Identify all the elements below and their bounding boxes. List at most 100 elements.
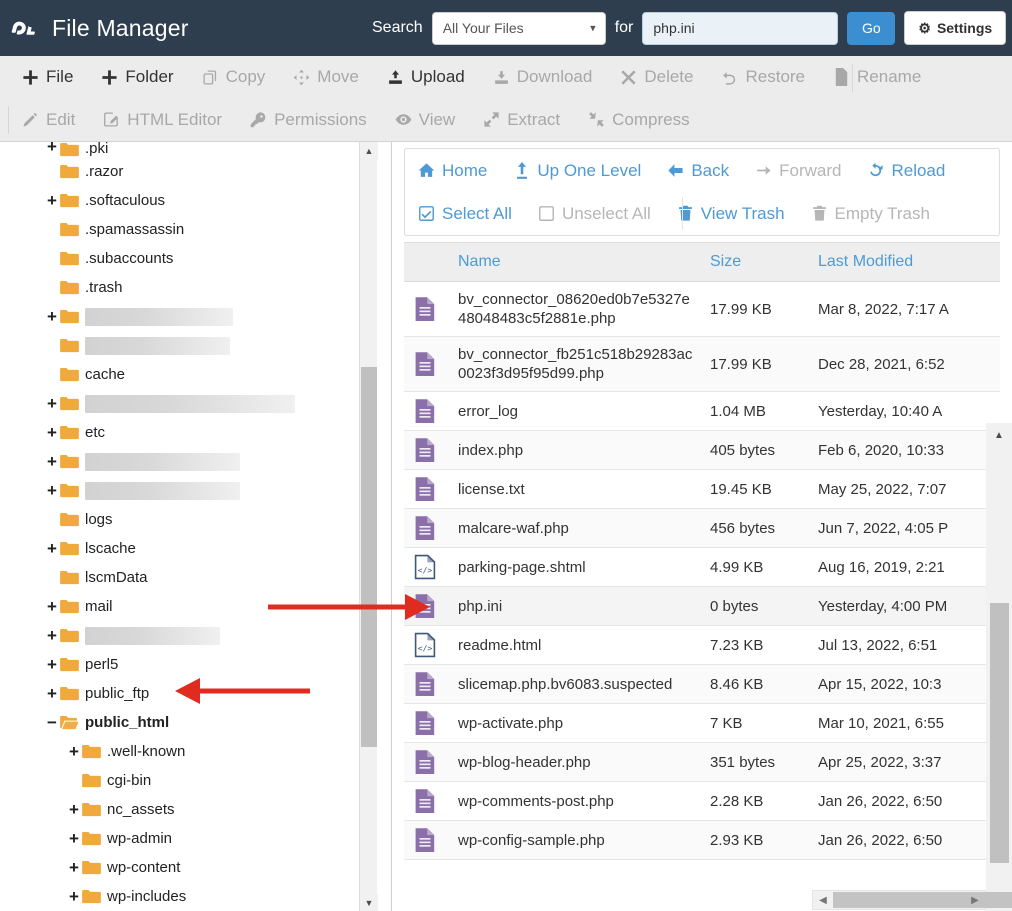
tree-item-dot-subaccounts[interactable]: .subaccounts: [0, 244, 374, 273]
expand-plus-icon[interactable]: +: [66, 858, 82, 878]
tree-item-perl5[interactable]: + perl5: [0, 650, 374, 679]
expand-plus-icon[interactable]: +: [44, 394, 60, 414]
tree-item-mail[interactable]: + mail: [0, 592, 374, 621]
tree-item-logs[interactable]: logs: [0, 505, 374, 534]
scroll-left-arrow-icon[interactable]: ◀: [814, 891, 832, 909]
expand-plus-icon[interactable]: +: [66, 800, 82, 820]
tree-item-redacted[interactable]: +: [0, 476, 374, 505]
scroll-up-arrow-icon[interactable]: ▲: [986, 425, 1012, 445]
tree-item-redacted[interactable]: +: [0, 389, 374, 418]
expand-plus-icon[interactable]: +: [44, 423, 60, 443]
sidebar-scrollbar-thumb[interactable]: [361, 367, 377, 747]
file-name-cell[interactable]: slicemap.php.bv6083.suspected: [450, 664, 702, 704]
table-row[interactable]: wp-blog-header.php 351 bytes Apr 25, 2022,…: [404, 742, 1000, 782]
file-name-cell[interactable]: license.txt: [450, 469, 702, 509]
tree-item-etc[interactable]: + etc: [0, 418, 374, 447]
nav-up-one-level-button[interactable]: Up One Level: [500, 149, 654, 192]
toolbar-file-button[interactable]: File: [8, 56, 87, 98]
file-name-cell[interactable]: wp-blog-header.php: [450, 742, 702, 782]
file-name-cell[interactable]: malcare-waf.php: [450, 508, 702, 548]
table-row[interactable]: malcare-waf.php 456 bytes Jun 7, 2022, 4:0…: [404, 508, 1000, 548]
expand-plus-icon[interactable]: +: [44, 626, 60, 646]
file-table-hscrollbar[interactable]: ◀ ▶: [812, 890, 1012, 910]
file-name-cell[interactable]: error_log: [450, 391, 702, 431]
expand-plus-icon[interactable]: +: [66, 887, 82, 907]
search-scope-select[interactable]: All Your Files: [431, 11, 606, 45]
scroll-down-arrow-icon[interactable]: ▼: [360, 894, 378, 911]
tree-item-redacted[interactable]: +: [0, 447, 374, 476]
file-table-hscrollbar-thumb[interactable]: [833, 892, 1012, 908]
tree-item-dot-well-known[interactable]: + .well-known: [0, 737, 374, 766]
file-table-scrollbar[interactable]: ▲ ▼: [986, 423, 1012, 911]
file-name-cell[interactable]: wp-activate.php: [450, 703, 702, 743]
tree-item-dot-softaculous[interactable]: + .softaculous: [0, 186, 374, 215]
table-row[interactable]: wp-activate.php 7 KB Mar 10, 2021, 6:55: [404, 703, 1000, 743]
nav-home-button[interactable]: Home: [405, 149, 500, 192]
tree-item-lscmData[interactable]: lscmData: [0, 563, 374, 592]
expand-plus-icon[interactable]: +: [44, 307, 60, 327]
nav-reload-button[interactable]: Reload: [854, 149, 958, 192]
scroll-up-arrow-icon[interactable]: ▲: [360, 142, 378, 160]
search-input[interactable]: [642, 11, 839, 45]
file-name-cell[interactable]: readme.html: [450, 625, 702, 665]
tree-item-wp-admin[interactable]: + wp-admin: [0, 824, 374, 853]
expand-plus-icon[interactable]: +: [66, 829, 82, 849]
tree-item-redacted[interactable]: +: [0, 621, 374, 650]
expand-plus-icon[interactable]: +: [44, 539, 60, 559]
tree-item-lscache[interactable]: + lscache: [0, 534, 374, 563]
toolbar-upload-button[interactable]: Upload: [373, 56, 479, 98]
tree-item-cgi-bin[interactable]: cgi-bin: [0, 766, 374, 795]
table-row[interactable]: wp-config-sample.php 2.93 KB Jan 26, 2022,…: [404, 820, 1000, 860]
table-row[interactable]: wp-comments-post.php 2.28 KB Jan 26, 2022,…: [404, 781, 1000, 821]
file-name-cell[interactable]: bv_connector_08620ed0b7e5327e48048483c5f…: [450, 281, 702, 337]
expand-plus-icon[interactable]: +: [44, 684, 60, 704]
tree-item-redacted[interactable]: [0, 331, 374, 360]
php-ini-row[interactable]: php.ini 0 bytes Yesterday, 4:00 PM: [404, 586, 1000, 626]
table-row[interactable]: bv_connector_fb251c518b29283ac0023f3d95f…: [404, 336, 1000, 392]
file-name-cell[interactable]: parking-page.shtml: [450, 547, 702, 587]
search-go-button[interactable]: Go: [847, 11, 896, 45]
expand-plus-icon[interactable]: +: [44, 597, 60, 617]
toolbar-folder-button[interactable]: Folder: [87, 56, 187, 98]
expand-plus-icon[interactable]: +: [44, 452, 60, 472]
tree-item-nc_assets[interactable]: + nc_assets: [0, 795, 374, 824]
tree-item-dot-razor[interactable]: .razor: [0, 157, 374, 186]
file-name-cell[interactable]: wp-config-sample.php: [450, 820, 702, 860]
scroll-right-arrow-icon[interactable]: ▶: [966, 891, 984, 909]
sidebar-scrollbar[interactable]: ▲ ▼: [359, 142, 378, 911]
table-row[interactable]: slicemap.php.bv6083.suspected 8.46 KB Apr …: [404, 664, 1000, 704]
tree-item-redacted[interactable]: +: [0, 302, 374, 331]
table-row[interactable]: </> parking-page.shtml 4.99 KB Aug 16, 201…: [404, 547, 1000, 587]
nav-select-all-button[interactable]: Select All: [405, 192, 525, 235]
file-table-scrollbar-thumb[interactable]: [990, 603, 1009, 863]
file-name-cell[interactable]: bv_connector_fb251c518b29283ac0023f3d95f…: [450, 336, 702, 392]
tree-item-public_html[interactable]: − public_html: [0, 708, 374, 737]
tree-item-wp-includes[interactable]: + wp-includes: [0, 882, 374, 911]
table-row[interactable]: license.txt 19.45 KB May 25, 2022, 7:07: [404, 469, 1000, 509]
file-name-cell[interactable]: index.php: [450, 430, 702, 470]
collapse-minus-icon[interactable]: −: [44, 713, 60, 733]
tree-item-dot-pki[interactable]: + .pki: [0, 142, 374, 157]
expand-plus-icon[interactable]: +: [44, 191, 60, 211]
tree-item-dot-trash[interactable]: .trash: [0, 273, 374, 302]
expand-plus-icon[interactable]: +: [66, 742, 82, 762]
column-header-last-modified[interactable]: Last Modified: [810, 243, 1000, 282]
expand-plus-icon[interactable]: +: [44, 481, 60, 501]
tree-item-dot-spamassassin[interactable]: .spamassassin: [0, 215, 374, 244]
nav-view-trash-button[interactable]: View Trash: [664, 192, 798, 235]
column-header-name[interactable]: Name: [450, 243, 702, 282]
tree-item-cache[interactable]: cache: [0, 360, 374, 389]
nav-back-button[interactable]: Back: [654, 149, 742, 192]
file-name-cell[interactable]: php.ini: [450, 586, 702, 626]
column-header-size[interactable]: Size: [702, 243, 810, 282]
table-row[interactable]: index.php 405 bytes Feb 6, 2020, 10:33: [404, 430, 1000, 470]
tree-item-wp-content[interactable]: + wp-content: [0, 853, 374, 882]
expand-plus-icon[interactable]: +: [44, 655, 60, 675]
file-name-cell[interactable]: wp-comments-post.php: [450, 781, 702, 821]
table-row[interactable]: </> readme.html 7.23 KB Jul 13, 2022, 6:51: [404, 625, 1000, 665]
tree-item-public_ftp[interactable]: + public_ftp: [0, 679, 374, 708]
settings-button[interactable]: ⚙ Settings: [904, 11, 1007, 45]
expand-plus-icon[interactable]: +: [44, 142, 60, 157]
table-row[interactable]: error_log 1.04 MB Yesterday, 10:40 A: [404, 391, 1000, 431]
table-row[interactable]: bv_connector_08620ed0b7e5327e48048483c5f…: [404, 281, 1000, 337]
